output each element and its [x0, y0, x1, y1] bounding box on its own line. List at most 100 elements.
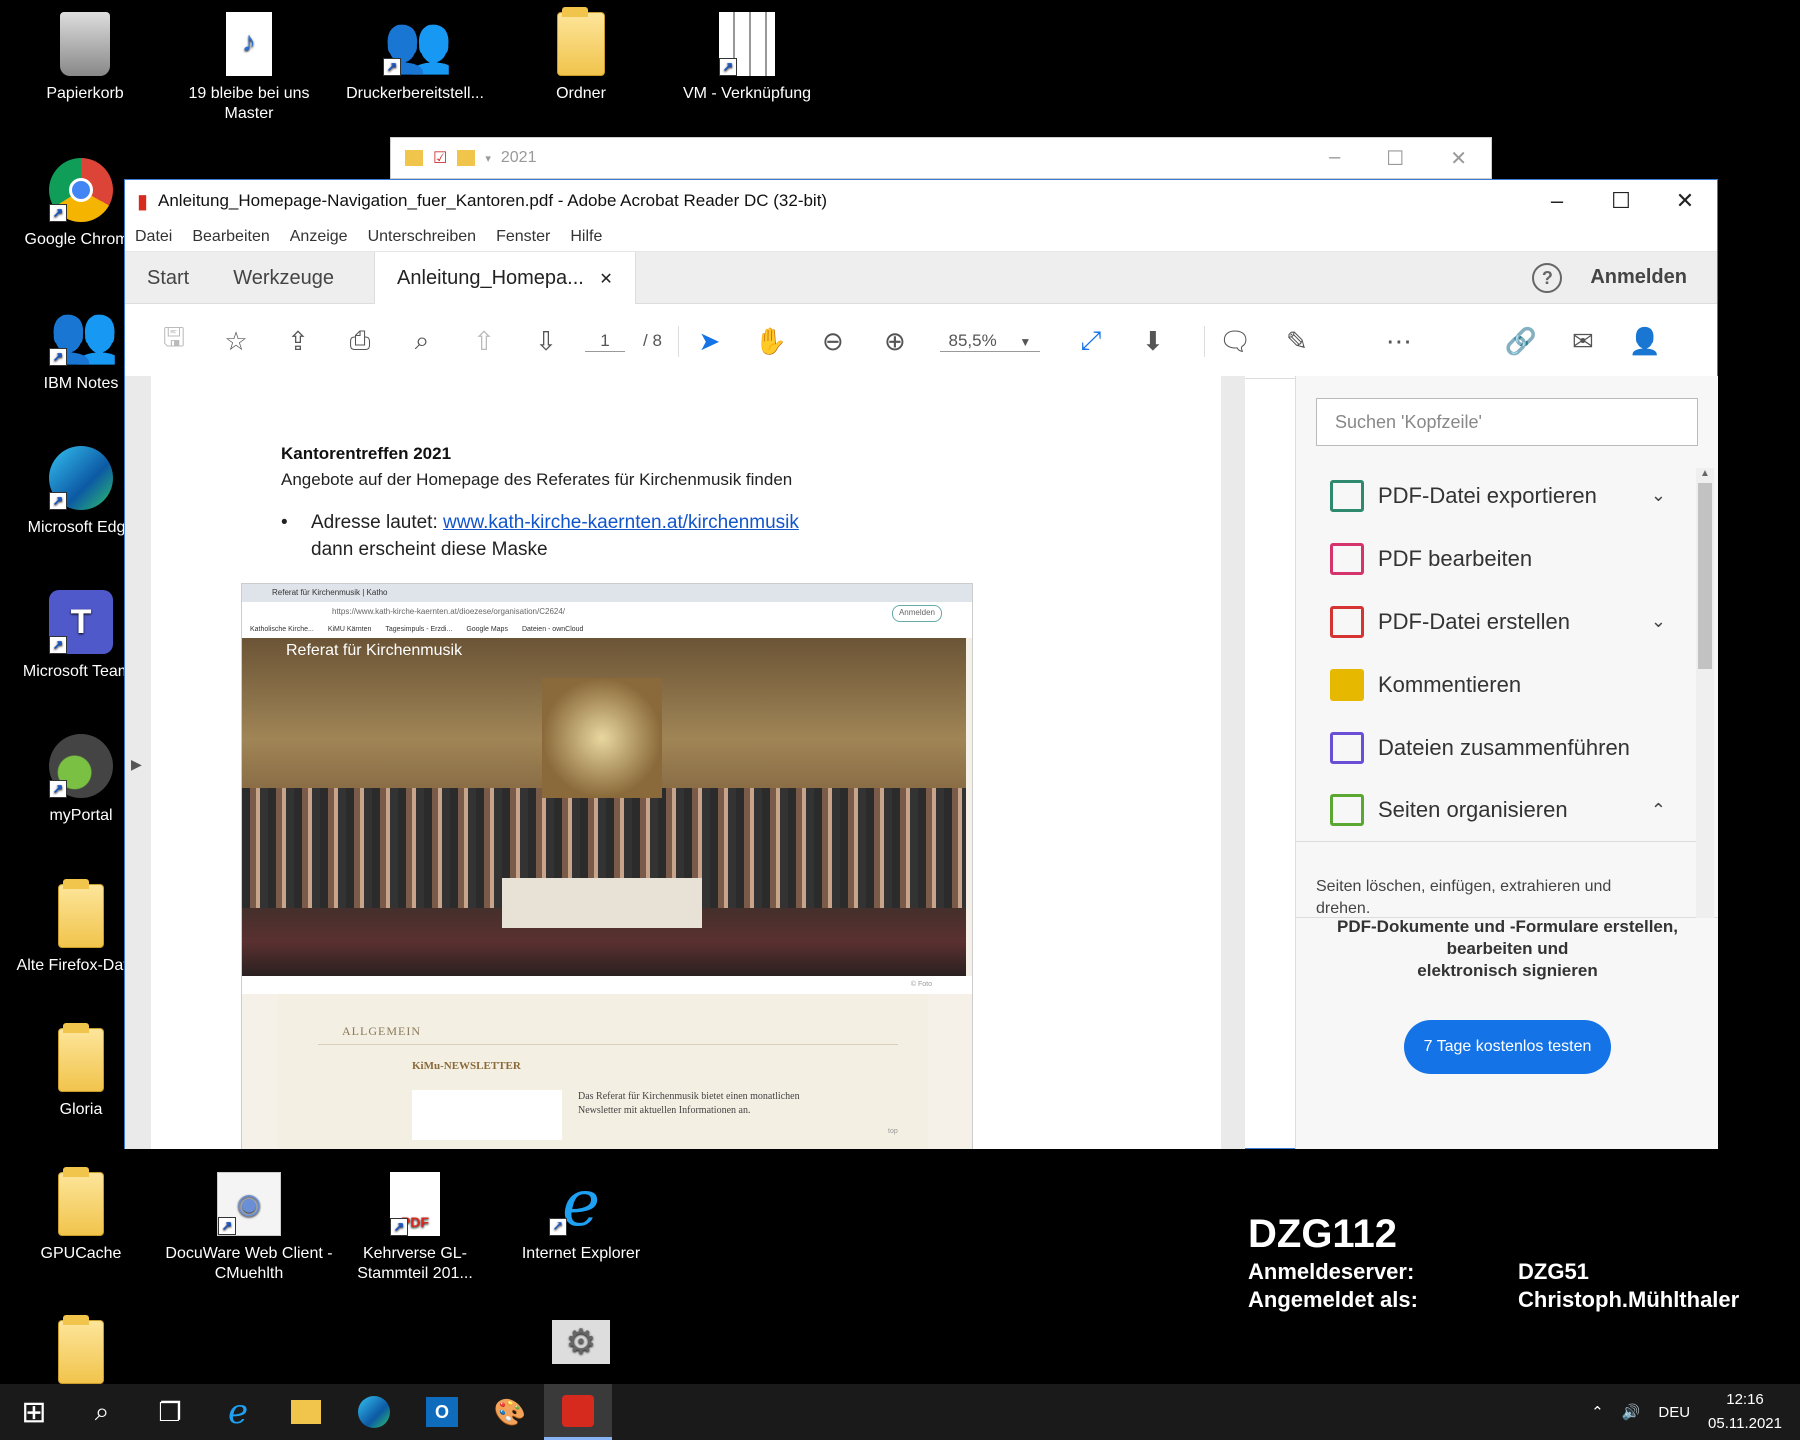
star-icon[interactable]: ☆	[205, 326, 267, 357]
menu-anzeige[interactable]: Anzeige	[290, 228, 348, 246]
acrobat-window[interactable]: ▮ Anleitung_Homepage-Navigation_fuer_Kan…	[124, 179, 1718, 1149]
chevron-up-icon[interactable]: ⌃	[1651, 800, 1666, 821]
bginfo-user-value: Christoph.Mühlthaler	[1518, 1287, 1740, 1312]
close-button[interactable]: ✕	[1450, 146, 1467, 171]
taskbar: ⊞ ⌕ ❐ e O 🎨 ⌃ 🔊 DEU 12:16 05.11.2021	[0, 1384, 1800, 1440]
zoom-in-icon[interactable]: ⊕	[864, 326, 926, 357]
zoom-out-icon[interactable]: ⊖	[802, 326, 864, 357]
bginfo-overlay: DZG112 Anmeldeserver: DZG51 Angemeldet a…	[1248, 1210, 1739, 1314]
minimize-button[interactable]: –	[1329, 146, 1340, 171]
save-icon[interactable]: 🖫	[143, 319, 205, 363]
print-icon[interactable]: ⎙	[329, 325, 391, 357]
bookmark: Dateien - ownCloud	[521, 626, 584, 633]
menu-hilfe[interactable]: Hilfe	[570, 228, 602, 246]
menu-unterschreiben[interactable]: Unterschreiben	[368, 228, 477, 246]
fit-page-icon[interactable]: ⤢	[1060, 325, 1122, 357]
clock[interactable]: 12:16 05.11.2021	[1708, 1388, 1782, 1436]
start-windows-icon[interactable]: ⊞	[0, 1384, 68, 1440]
help-icon[interactable]: ?	[1532, 262, 1563, 293]
desktop-icon-kehrverse[interactable]: PDF ↗ Kehrverse GL-Stammteil 201...	[330, 1172, 500, 1284]
embedded-screenshot: Referat für Kirchenmusik | Katho https:/…	[241, 583, 973, 1149]
upload-cloud-icon[interactable]: ⇪	[267, 326, 329, 357]
page-number-input[interactable]: 1	[585, 331, 625, 352]
outlook-icon[interactable]: O	[408, 1384, 476, 1440]
tool-edit-pdf[interactable]: PDF bearbeiten	[1296, 527, 1718, 590]
desktop-icon-vm[interactable]: ↗ VM - Verknüpfung	[662, 12, 832, 104]
comment-icon[interactable]: 🗨	[1203, 325, 1266, 357]
tab-werkzeuge[interactable]: Werkzeuge	[211, 252, 356, 304]
panel-scrollbar[interactable]: ▲	[1696, 468, 1714, 918]
desktop-icon-partial-settings[interactable]: ⚙	[496, 1320, 666, 1372]
menu-datei[interactable]: Datei	[135, 228, 172, 246]
teams-icon: T ↗	[49, 590, 113, 654]
tool-combine-files[interactable]: Dateien zusammenführen	[1296, 716, 1718, 779]
signin-button[interactable]: Anmelden	[1590, 266, 1687, 289]
desktop-icon-papierkorb[interactable]: Papierkorb	[0, 12, 170, 104]
chrome-icon: ↗	[49, 158, 113, 222]
tools-search-input[interactable]: Suchen 'Kopfzeile'	[1316, 398, 1698, 446]
search-icon[interactable]: ⌕	[68, 1384, 136, 1440]
document-area[interactable]: Kantorentreffen 2021 Angebote auf der Ho…	[125, 376, 1245, 1149]
close-button[interactable]: ✕	[1653, 188, 1717, 214]
desktop-icon-drucker[interactable]: 👥 ↗ Druckerbereitstell...	[330, 12, 500, 104]
paint-icon[interactable]: 🎨	[476, 1384, 544, 1440]
file-explorer-icon[interactable]	[272, 1384, 340, 1440]
mail-icon[interactable]: ✉	[1552, 326, 1614, 357]
desktop-icon-docuware[interactable]: ◉ ↗ DocuWare Web Client - CMuehlth	[164, 1172, 334, 1284]
folder-icon	[457, 150, 476, 166]
desktop-icon-label: Google Chrome	[24, 231, 138, 248]
link-icon[interactable]: 🔗	[1490, 326, 1552, 357]
desktop-icon-gpucache[interactable]: GPUCache	[0, 1167, 166, 1264]
desktop-icon-mp3[interactable]: ♪ 19 bleibe bei uns Master	[164, 12, 334, 124]
select-cursor-icon[interactable]: ➤	[677, 325, 740, 357]
page-down-icon[interactable]: ⇩	[515, 326, 577, 357]
close-tab-icon[interactable]: ✕	[599, 271, 612, 288]
tool-comment[interactable]: Kommentieren	[1296, 653, 1718, 716]
tool-export-pdf[interactable]: PDF-Datei exportieren ⌄	[1296, 464, 1718, 527]
tool-organize-pages[interactable]: Seiten organisieren ⌃	[1296, 779, 1696, 842]
dropdown-icon[interactable]: ▾	[485, 152, 491, 165]
highlight-pen-icon[interactable]: ✎	[1266, 326, 1328, 357]
internet-explorer-icon[interactable]: e	[204, 1384, 272, 1440]
doc-link[interactable]: www.kath-kirche-kaernten.at/kirchenmusik	[443, 512, 799, 533]
scroll-mode-icon[interactable]: ⬇	[1122, 326, 1184, 357]
left-panel-toggle[interactable]: ▶	[131, 756, 142, 773]
task-view-icon[interactable]: ❐	[136, 1384, 204, 1440]
tab-bar: Start Werkzeuge Anleitung_Homepa... ✕ ? …	[125, 251, 1717, 304]
chevron-down-icon[interactable]: ⌄	[1651, 485, 1666, 506]
docuware-icon: ◉ ↗	[217, 1172, 281, 1236]
edge-icon[interactable]	[340, 1384, 408, 1440]
doc-subheading: Angebote auf der Homepage des Referates …	[281, 470, 793, 489]
language-indicator[interactable]: DEU	[1658, 1404, 1690, 1421]
zoom-select[interactable]: 85,5% ▼	[939, 331, 1040, 352]
check-icon[interactable]: ☑	[433, 148, 447, 168]
page-up-icon[interactable]: ⇧	[453, 326, 515, 357]
menu-bearbeiten[interactable]: Bearbeiten	[192, 228, 269, 246]
chevron-down-icon[interactable]: ⌄	[1651, 611, 1666, 632]
desktop-icon-label: Druckerbereitstell...	[346, 85, 484, 102]
desktop-icon-ordner[interactable]: Ordner	[496, 7, 666, 104]
tab-document[interactable]: Anleitung_Homepa... ✕	[374, 251, 636, 304]
maximize-button[interactable]: ☐	[1589, 188, 1653, 214]
desktop-icon-partial-folder[interactable]	[0, 1315, 166, 1392]
system-tray: ⌃ 🔊 DEU 12:16 05.11.2021	[1591, 1388, 1800, 1436]
search-icon[interactable]: ⌕	[391, 325, 453, 357]
desktop-icon-ie[interactable]: e ↗ Internet Explorer	[496, 1172, 666, 1264]
screenshot-tabbar: Referat für Kirchenmusik | Katho	[242, 584, 972, 602]
volume-icon[interactable]: 🔊	[1622, 1403, 1641, 1421]
menu-fenster[interactable]: Fenster	[496, 228, 550, 246]
tool-create-pdf[interactable]: PDF-Datei erstellen ⌄	[1296, 590, 1718, 653]
tool-label: Kommentieren	[1378, 671, 1522, 697]
minimize-button[interactable]: –	[1525, 188, 1589, 214]
chevron-up-icon[interactable]: ⌃	[1591, 1403, 1604, 1421]
maximize-button[interactable]: ☐	[1386, 146, 1404, 171]
acrobat-taskbar-icon[interactable]	[544, 1384, 612, 1440]
window-title: Anleitung_Homepage-Navigation_fuer_Kanto…	[158, 191, 828, 210]
promo-box: PDF-Dokumente und -Formulare erstellen, …	[1296, 916, 1719, 1074]
share-user-icon[interactable]: 👤	[1614, 326, 1676, 357]
hand-tool-icon[interactable]: ✋	[740, 326, 802, 357]
free-trial-button[interactable]: 7 Tage kostenlos testen	[1403, 1020, 1612, 1074]
background-explorer-window[interactable]: ☑ ▾ 2021 – ☐ ✕	[390, 137, 1492, 179]
tab-start[interactable]: Start	[125, 252, 211, 304]
more-icon[interactable]: ⋯	[1368, 326, 1430, 357]
